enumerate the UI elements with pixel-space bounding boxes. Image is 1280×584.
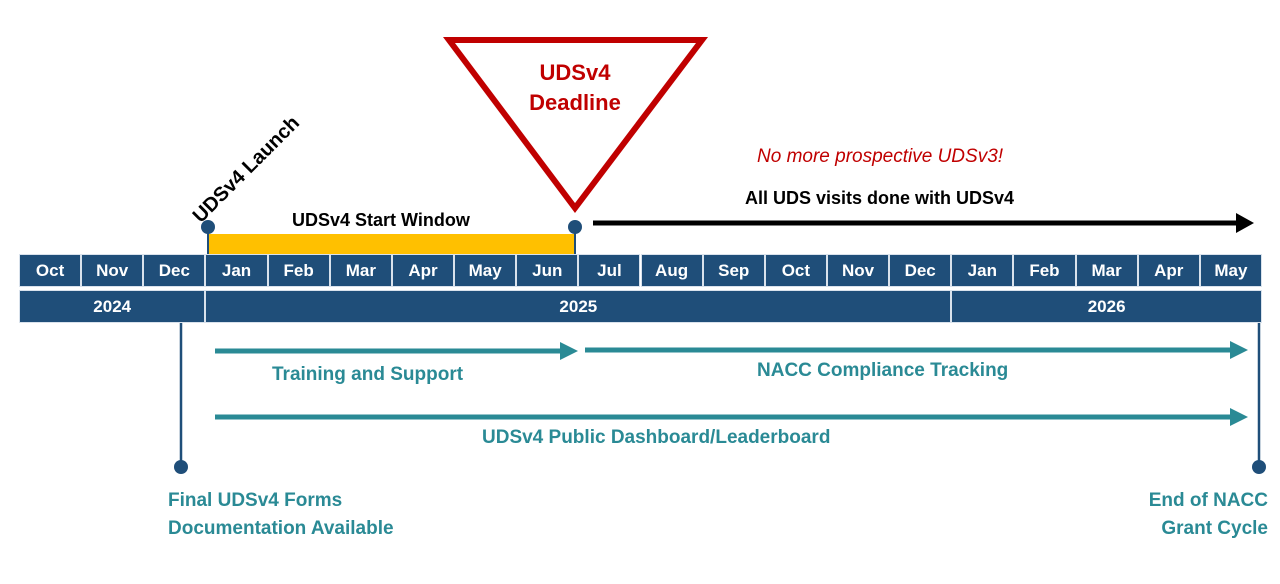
year-cell-2026: 2026 bbox=[951, 290, 1262, 323]
month-cell: Feb bbox=[1013, 254, 1076, 287]
month-cell: Sep bbox=[702, 254, 765, 287]
compliance-label: NACC Compliance Tracking bbox=[757, 360, 1009, 381]
deadline-label: UDSv4 Deadline bbox=[475, 58, 675, 118]
end-grant-label-line2: Grant Cycle bbox=[1161, 518, 1268, 539]
final-forms-label-line2: Documentation Available bbox=[168, 518, 394, 539]
month-cell: Oct bbox=[764, 254, 827, 287]
training-label: Training and Support bbox=[272, 364, 464, 385]
all-visits-label: All UDS visits done with UDSv4 bbox=[745, 188, 1015, 208]
deadline-label-line2: Deadline bbox=[529, 90, 621, 115]
deadline-dot bbox=[568, 220, 582, 234]
end-grant-dot bbox=[1252, 460, 1266, 474]
month-cell: Jan bbox=[205, 254, 268, 287]
month-cell: Nov bbox=[826, 254, 890, 287]
end-grant-label: End of NACC Grant Cycle bbox=[1149, 487, 1268, 543]
month-cell: Dec bbox=[889, 254, 952, 287]
month-cell: Oct bbox=[19, 254, 82, 287]
month-cell: May bbox=[1199, 254, 1262, 287]
dashboard-label: UDSv4 Public Dashboard/Leaderboard bbox=[482, 427, 831, 448]
training-arrowhead bbox=[560, 342, 578, 360]
month-cell: Jun bbox=[516, 254, 579, 287]
month-cell: Nov bbox=[81, 254, 144, 287]
year-cell-2025: 2025 bbox=[205, 290, 952, 323]
month-cell: Mar bbox=[1075, 254, 1138, 287]
timeline-diagram: Oct Nov Dec Jan Feb Mar Apr May Jun Jul Aug Sep Oct N… bbox=[0, 0, 1280, 584]
deadline-label-line1: UDSv4 bbox=[539, 60, 611, 85]
month-cell: Feb bbox=[267, 254, 330, 287]
month-cell: Jan bbox=[951, 254, 1014, 287]
no-more-v3-note: No more prospective UDSv3! bbox=[757, 146, 1004, 167]
month-cell: Apr bbox=[391, 254, 455, 287]
compliance-arrowhead bbox=[1230, 341, 1248, 359]
month-cell: Dec bbox=[143, 254, 206, 287]
final-forms-dot bbox=[174, 460, 188, 474]
month-cell: Jul bbox=[578, 254, 641, 287]
end-grant-label-line1: End of NACC bbox=[1148, 490, 1268, 511]
final-forms-label: Final UDSv4 Forms Documentation Availabl… bbox=[168, 487, 394, 543]
month-cell: Apr bbox=[1137, 254, 1200, 287]
year-cell-2024: 2024 bbox=[19, 290, 206, 323]
final-forms-label-line1: Final UDSv4 Forms bbox=[168, 490, 343, 511]
month-cell: May bbox=[454, 254, 517, 287]
month-cell: Mar bbox=[329, 254, 392, 287]
dashboard-arrowhead bbox=[1230, 408, 1248, 426]
start-window-label: UDSv4 Start Window bbox=[292, 210, 470, 230]
month-cell: Aug bbox=[640, 254, 703, 287]
all-visits-arrowhead bbox=[1236, 213, 1254, 233]
start-window-bar bbox=[208, 234, 575, 254]
